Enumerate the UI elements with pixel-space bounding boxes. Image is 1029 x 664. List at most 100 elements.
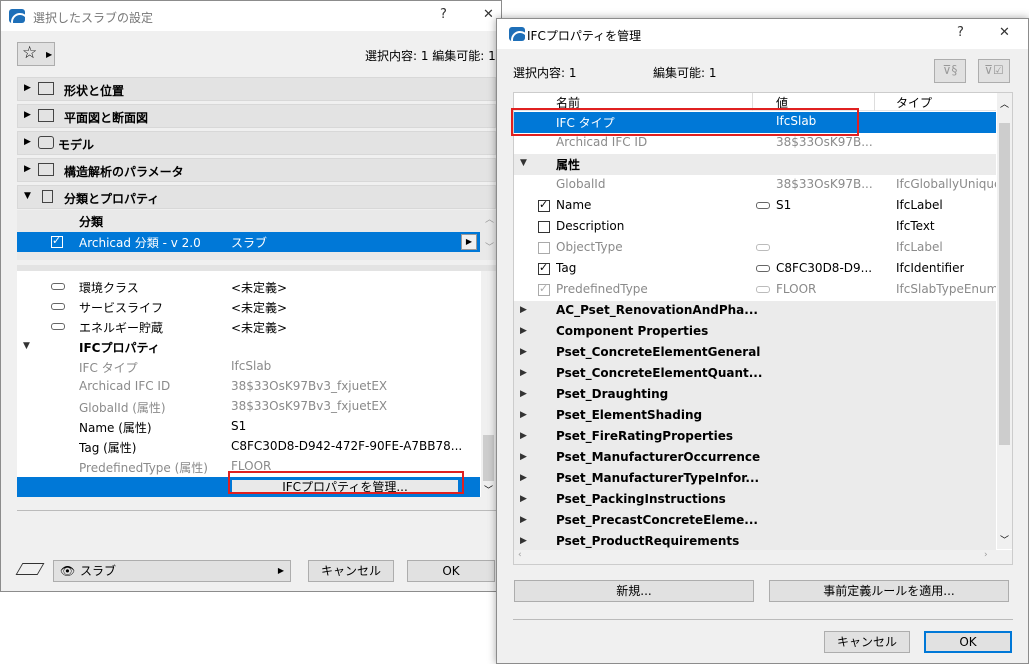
section-model[interactable]: ▶ モデル	[17, 131, 496, 155]
filter-section-button[interactable]: ⊽§	[934, 59, 966, 83]
scroll-right-icon[interactable]: ›	[984, 550, 988, 560]
chevron-right-icon: ▶	[24, 164, 31, 174]
pset-row[interactable]: ▶ AC_Pset_RenovationAndPha...	[514, 301, 996, 322]
scroll-down-icon[interactable]: ﹀	[485, 240, 494, 253]
help-button[interactable]: ?	[957, 25, 964, 40]
scroll-up-icon[interactable]: ︿	[485, 212, 494, 225]
close-button[interactable]: ✕	[999, 25, 1010, 40]
attr-value: FLOOR	[776, 282, 817, 296]
ifc-group-label: IFCプロパティ	[79, 341, 160, 355]
scroll-left-icon[interactable]: ‹	[518, 550, 522, 560]
ifc-name: GlobalId (属性)	[79, 401, 166, 415]
column-divider	[874, 93, 875, 111]
section-plan-section[interactable]: ▶ 平面図と断面図	[17, 104, 496, 128]
attribute-row[interactable]: Name S1 IfcLabel	[514, 196, 996, 217]
pset-row[interactable]: ▶ Pset_PackingInstructions	[514, 490, 996, 511]
pset-name: Pset_PackingInstructions	[556, 492, 726, 506]
chevron-right-icon: ▶	[520, 473, 527, 483]
property-name: エネルギー貯蔵	[79, 321, 164, 335]
filter-check-icon: ⊽☑	[984, 63, 1004, 77]
vertical-scrollbar[interactable]: ︿ ﹀	[997, 93, 1012, 549]
pset-name: Pset_PrecastConcreteEleme...	[556, 513, 758, 527]
chevron-right-icon: ▶	[520, 368, 527, 378]
checkbox[interactable]	[538, 282, 550, 296]
ok-button[interactable]: OK	[924, 631, 1012, 653]
favorites-button[interactable]: ☆ ▶	[17, 42, 55, 66]
section-structural-analysis[interactable]: ▶ 構造解析のパラメータ	[17, 158, 496, 182]
pset-row[interactable]: ▶ Pset_PrecastConcreteEleme...	[514, 511, 996, 532]
classification-panel: 分類 Archicad 分類 - v 2.0 スラブ ▶ ︿ ﹀	[17, 210, 496, 260]
classification-header: 分類	[79, 215, 104, 229]
checkbox[interactable]	[538, 221, 550, 233]
divider	[17, 510, 496, 511]
horizontal-scrollbar[interactable]: ‹ ›	[514, 550, 1012, 564]
chevron-down-icon: ▼	[520, 158, 527, 168]
property-row[interactable]: サービスライフ <未定義>	[17, 297, 480, 317]
pset-row[interactable]: ▶ Pset_ManufacturerOccurrence	[514, 448, 996, 469]
attribute-row[interactable]: PredefinedType FLOOR IfcSlabTypeEnum	[514, 280, 996, 301]
divider	[513, 619, 1013, 620]
pset-row[interactable]: ▶ Pset_Draughting	[514, 385, 996, 406]
property-name: 環境クラス	[79, 281, 139, 295]
pset-row[interactable]: ▶ Pset_ConcreteElementGeneral	[514, 343, 996, 364]
checkbox[interactable]	[538, 242, 550, 254]
pset-name: Pset_ProductRequirements	[556, 534, 740, 548]
slab-settings-dialog: 選択したスラブの設定 ? ✕ ☆ ▶ 選択内容: 1 編集可能: 1 ▶ 形状と…	[0, 0, 502, 592]
pset-name: Pset_FireRatingProperties	[556, 429, 734, 443]
pset-name: Pset_ManufacturerOccurrence	[556, 450, 761, 464]
layer-select[interactable]: 👁 スラブ ▶	[53, 560, 291, 582]
ifc-name: Name (属性)	[79, 421, 152, 435]
scroll-up-icon[interactable]: ︿	[1000, 97, 1009, 110]
property-row[interactable]: 環境クラス <未定義>	[17, 277, 480, 297]
model-icon	[38, 136, 54, 149]
classification-system: Archicad 分類 - v 2.0	[79, 236, 201, 250]
scroll-down-icon[interactable]: ﹀	[1000, 533, 1009, 546]
ifc-row[interactable]: GlobalId (属性) 38$33OsK97Bv3_fxjuetEX	[17, 397, 480, 417]
scrollbar-thumb[interactable]	[483, 435, 494, 481]
checkbox[interactable]	[538, 261, 550, 275]
attribute-row[interactable]: Tag C8FC30D8-D9... IfcIdentifier	[514, 259, 996, 280]
archicad-id-row[interactable]: Archicad IFC ID 38$33OsK97B...	[514, 133, 996, 154]
chevron-right-icon: ▶	[520, 431, 527, 441]
filter-check-button[interactable]: ⊽☑	[978, 59, 1010, 83]
close-button[interactable]: ✕	[483, 7, 494, 22]
attribute-row[interactable]: ObjectType IfcLabel	[514, 238, 996, 259]
ifc-row[interactable]: Tag (属性) C8FC30D8-D942-472F-90FE-A7BB78.…	[17, 437, 480, 457]
scrollbar[interactable]: ﹀	[481, 271, 496, 497]
ifc-group-row[interactable]: ▼ IFCプロパティ	[17, 337, 480, 357]
section-classification-properties[interactable]: ▼ 分類とプロパティ	[17, 185, 496, 209]
property-value: <未定義>	[231, 321, 288, 335]
pset-row[interactable]: ▶ Pset_ManufacturerTypeInfor...	[514, 469, 996, 490]
eye-icon: 👁	[60, 564, 76, 578]
apply-rules-button[interactable]: 事前定義ルールを適用...	[769, 580, 1009, 602]
pset-row[interactable]: ▶ Pset_ElementShading	[514, 406, 996, 427]
ifc-row[interactable]: Name (属性) S1	[17, 417, 480, 437]
checkbox[interactable]	[51, 234, 63, 248]
property-row[interactable]: エネルギー貯蔵 <未定義>	[17, 317, 480, 337]
classification-row[interactable]: Archicad 分類 - v 2.0 スラブ ▶	[17, 232, 480, 252]
pset-row[interactable]: ▶ Pset_ConcreteElementQuant...	[514, 364, 996, 385]
cancel-button[interactable]: キャンセル	[824, 631, 910, 653]
chevron-right-icon[interactable]: ▶	[461, 234, 477, 250]
attribute-row[interactable]: Description IfcText	[514, 217, 996, 238]
pset-row[interactable]: ▶ Pset_FireRatingProperties	[514, 427, 996, 448]
column-type[interactable]: タイプ	[896, 94, 932, 111]
help-button[interactable]: ?	[440, 7, 447, 22]
ifc-row[interactable]: Archicad IFC ID 38$33OsK97Bv3_fxjuetEX	[17, 377, 480, 397]
link-icon	[756, 202, 770, 209]
document-icon	[42, 190, 53, 203]
scroll-down-icon[interactable]: ﹀	[484, 483, 493, 496]
attribute-row[interactable]: GlobalId 38$33OsK97B... IfcGloballyUniqu…	[514, 175, 996, 196]
checkbox[interactable]	[538, 198, 550, 212]
pset-name: Component Properties	[556, 324, 709, 338]
ifc-row[interactable]: IFC タイプ IfcSlab	[17, 357, 480, 377]
attributes-group-row[interactable]: ▼ 属性	[514, 154, 996, 175]
new-button[interactable]: 新規...	[514, 580, 754, 602]
ifc-value: IfcSlab	[231, 359, 272, 373]
section-shape-position[interactable]: ▶ 形状と位置	[17, 77, 496, 101]
scrollbar-thumb[interactable]	[999, 123, 1010, 445]
cancel-button[interactable]: キャンセル	[308, 560, 394, 582]
ok-button[interactable]: OK	[407, 560, 495, 582]
pset-row[interactable]: ▶ Component Properties	[514, 322, 996, 343]
link-icon	[756, 265, 770, 272]
